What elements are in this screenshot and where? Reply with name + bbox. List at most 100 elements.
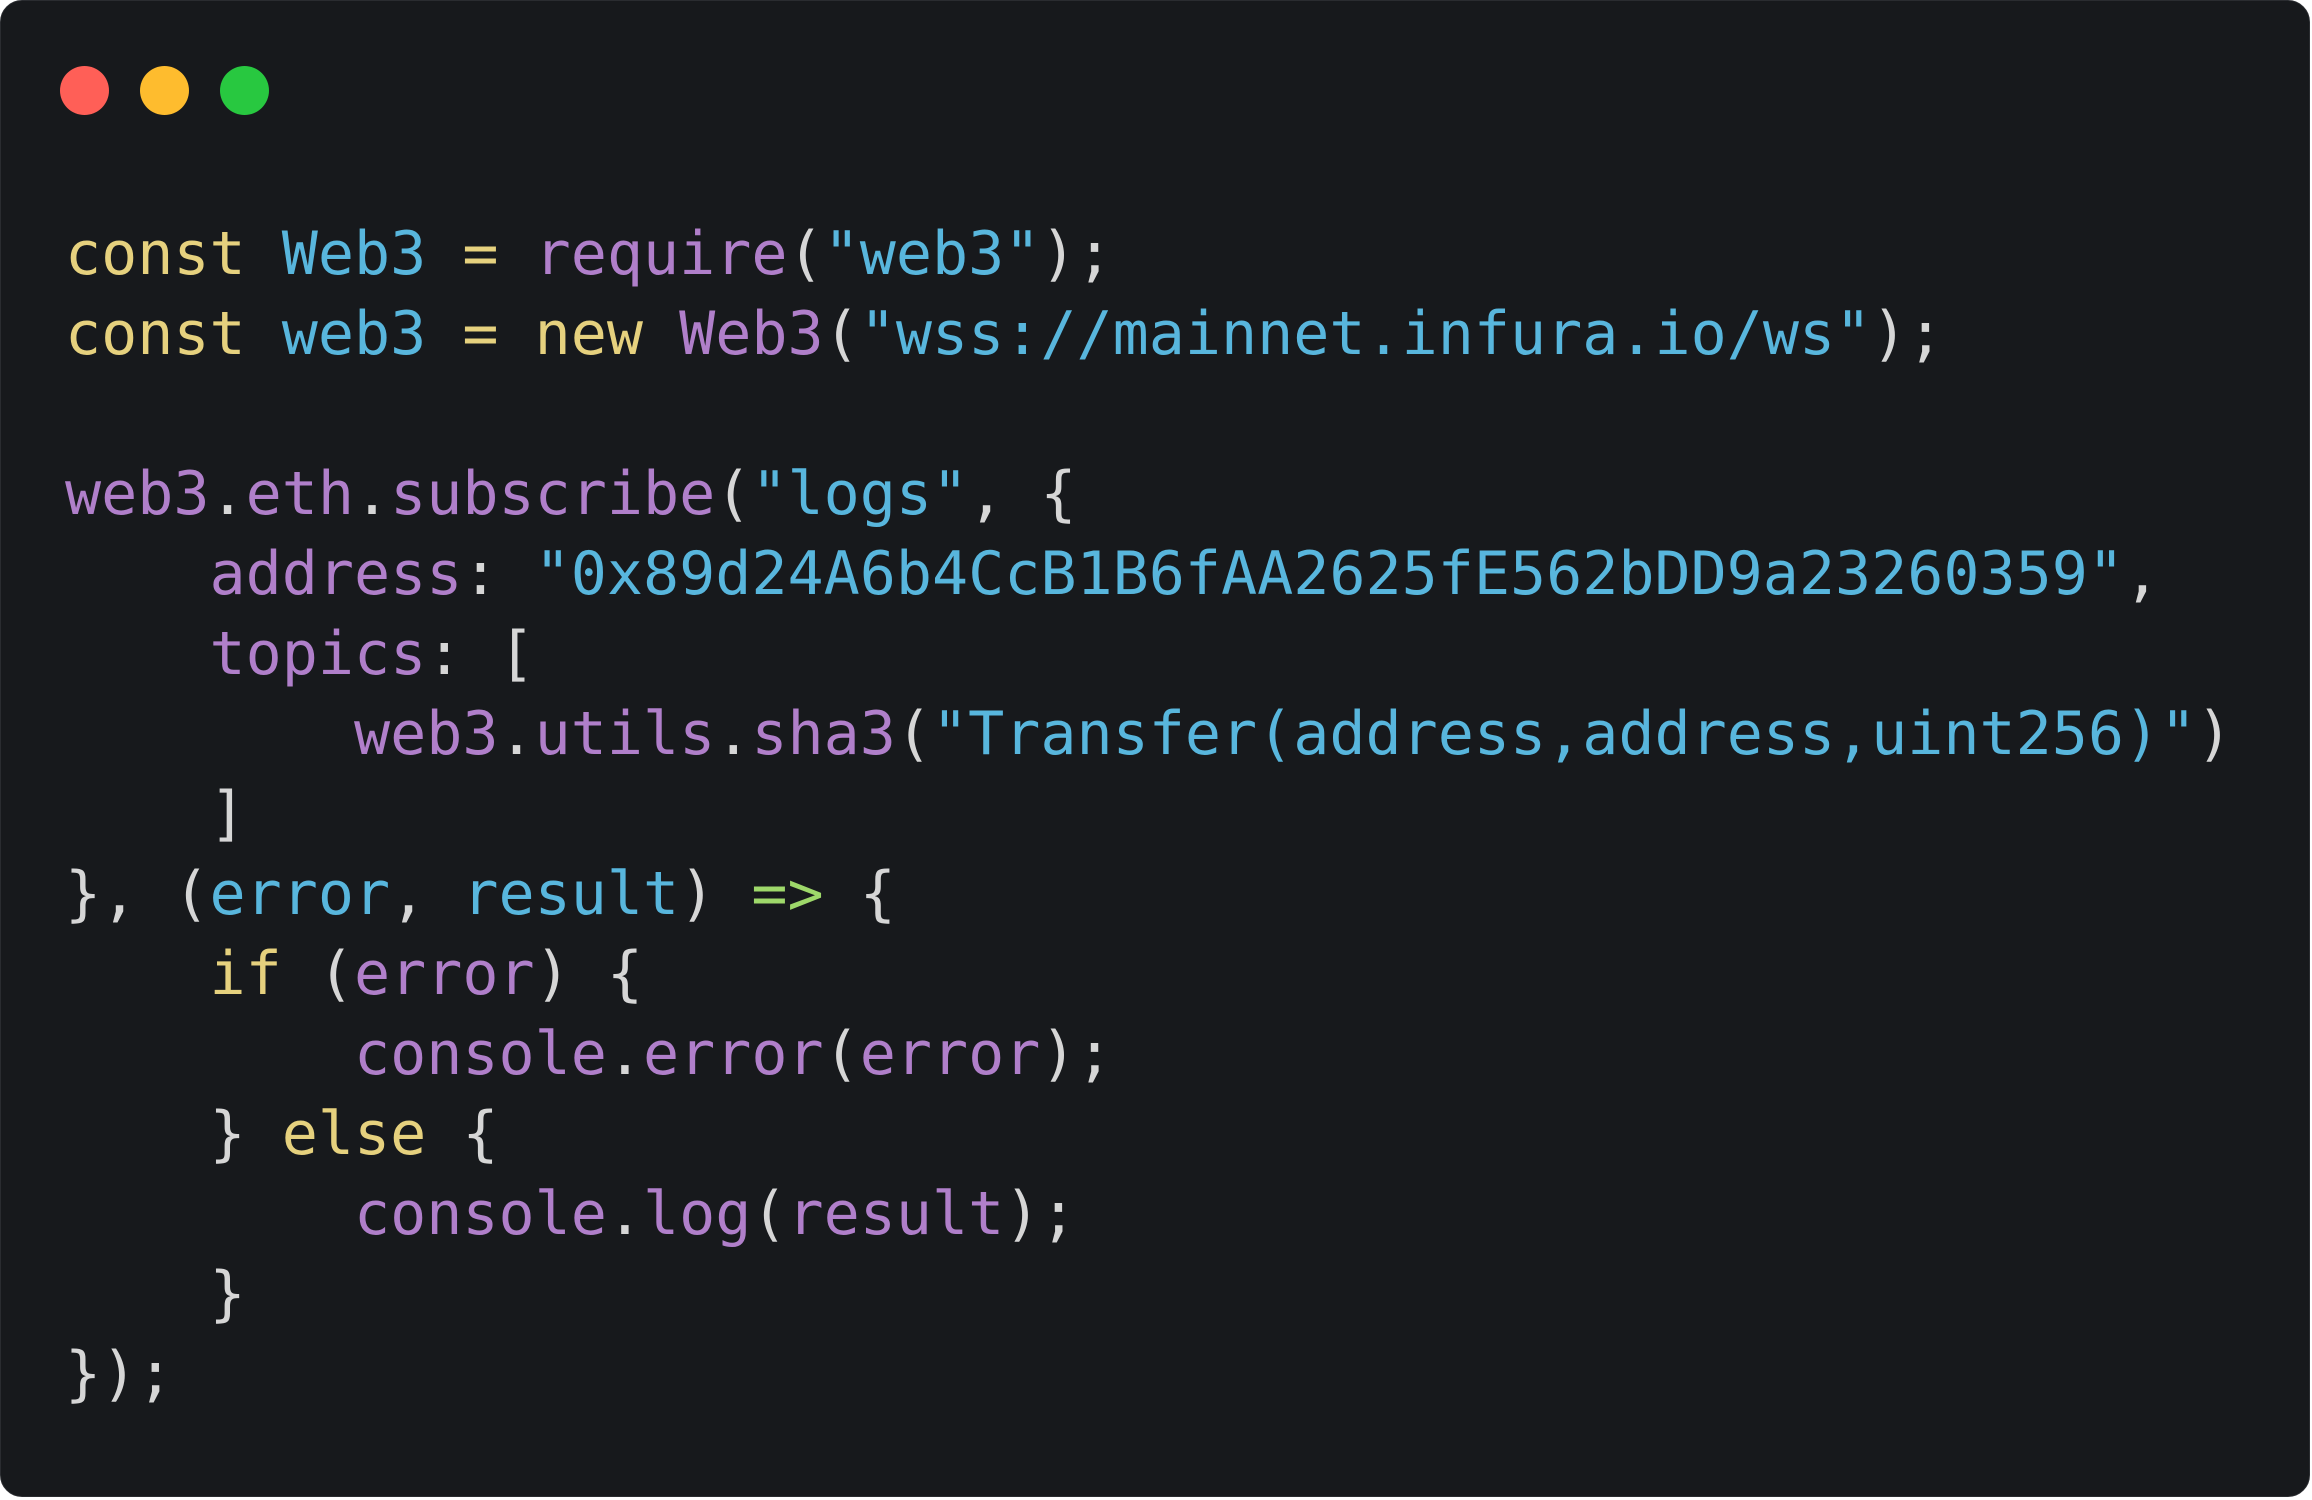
code-line: }: [65, 1254, 2232, 1334]
code-token-punct: );: [1871, 299, 1944, 369]
code-token-function: web3: [65, 459, 210, 529]
code-token-punct: [499, 219, 535, 289]
code-token-arrow: =>: [751, 859, 824, 929]
code-token-function: error: [354, 939, 535, 1009]
code-token-punct: : [: [426, 619, 535, 689]
code-line: web3.eth.subscribe("logs", {: [65, 454, 2232, 534]
code-token-variable: Web3: [281, 219, 427, 289]
code-line: topics: [: [65, 614, 2232, 694]
code-token-punct: (: [751, 1179, 788, 1249]
code-token-punct: ) {: [534, 939, 643, 1009]
code-line: ]: [65, 774, 2232, 854]
code-token-punct: [643, 299, 679, 369]
code-token-punct: , {: [968, 459, 1077, 529]
code-token-punct: [65, 539, 210, 609]
code-line: address: "0x89d24A6b4CcB1B6fAA2625fE562b…: [65, 534, 2232, 614]
code-token-punct: );: [1004, 1179, 1077, 1249]
code-token-punct: [246, 299, 282, 369]
window-controls: [60, 66, 269, 115]
code-token-function: eth: [245, 459, 354, 529]
code-token-punct: [426, 299, 462, 369]
code-token-punct: [65, 699, 354, 769]
code-token-operator: =: [462, 299, 499, 369]
code-token-punct: (: [823, 1019, 860, 1089]
code-token-variable: error: [209, 859, 391, 929]
code-token-punct: (: [787, 219, 824, 289]
code-token-punct: .: [498, 699, 535, 769]
code-token-punct: {: [823, 859, 896, 929]
code-token-punct: [65, 619, 210, 689]
code-token-string: "Transfer(address,address,uint256)": [931, 699, 2197, 769]
code-token-function: topics: [209, 619, 427, 689]
code-line: }, (error, result) => {: [65, 854, 2232, 934]
code-token-variable: web3: [281, 299, 427, 369]
code-token-punct: [65, 939, 210, 1009]
code-token-function: utils: [534, 699, 716, 769]
code-token-punct: [65, 1019, 354, 1089]
close-button[interactable]: [60, 66, 109, 115]
code-token-function: web3: [353, 699, 499, 769]
code-token-punct: );: [1040, 1019, 1113, 1089]
code-line: if (error) {: [65, 934, 2232, 1014]
code-token-function: result: [787, 1179, 1005, 1249]
code-token-punct: ): [2196, 699, 2233, 769]
code-token-function: error: [859, 1019, 1041, 1089]
code-token-punct: .: [209, 459, 246, 529]
code-token-function: error: [642, 1019, 824, 1089]
code-line: const Web3 = require("web3");: [65, 214, 2232, 294]
code-token-punct: .: [606, 1019, 643, 1089]
code-token-function: sha3: [751, 699, 896, 769]
zoom-button[interactable]: [220, 66, 269, 115]
code-token-variable: result: [462, 859, 680, 929]
code-token-punct: }, (: [65, 859, 210, 929]
code-token-punct: .: [606, 1179, 643, 1249]
code-line: web3.utils.sha3("Transfer(address,addres…: [65, 694, 2232, 774]
code-token-punct: (: [823, 299, 860, 369]
code-line: } else {: [65, 1094, 2232, 1174]
code-token-punct: }: [65, 1099, 282, 1169]
code-token-punct: .: [715, 699, 752, 769]
code-token-function: subscribe: [390, 459, 716, 529]
code-line: console.log(result);: [65, 1174, 2232, 1254]
code-token-punct: {: [426, 1099, 499, 1169]
code-token-punct: ,: [390, 859, 463, 929]
code-token-punct: ): [679, 859, 752, 929]
code-token-punct: .: [354, 459, 391, 529]
code-token-keyword: const: [65, 219, 246, 289]
code-token-punct: ,: [2124, 539, 2161, 609]
code-line: const web3 = new Web3("wss://mainnet.inf…: [65, 294, 2232, 374]
code-token-punct: );: [1040, 219, 1113, 289]
code-token-punct: (: [281, 939, 354, 1009]
code-token-function: log: [642, 1179, 752, 1249]
code-token-punct: [246, 219, 282, 289]
code-token-keyword: new: [534, 299, 643, 369]
code-window: const Web3 = require("web3"); const web3 …: [0, 0, 2310, 1497]
code-token-punct: [499, 299, 535, 369]
code-token-function: Web3: [679, 299, 824, 369]
code-token-function: address: [209, 539, 463, 609]
code-token-punct: :: [462, 539, 535, 609]
code-token-string: "web3": [823, 219, 1041, 289]
code-token-punct: }: [65, 1259, 246, 1329]
code-token-punct: ]: [65, 779, 246, 849]
code-token-operator: =: [462, 219, 499, 289]
code-block: const Web3 = require("web3"); const web3 …: [65, 214, 2232, 1414]
code-line: console.error(error);: [65, 1014, 2232, 1094]
code-token-string: "logs": [751, 459, 969, 529]
minimize-button[interactable]: [140, 66, 189, 115]
code-line: });: [65, 1334, 2232, 1414]
code-token-punct: (: [895, 699, 932, 769]
code-token-function: console: [353, 1179, 607, 1249]
code-token-string: "wss://mainnet.infura.io/ws": [859, 299, 1872, 369]
code-token-function: require: [534, 219, 788, 289]
code-token-keyword: if: [209, 939, 282, 1009]
code-token-punct: (: [715, 459, 752, 529]
code-token-keyword: else: [281, 1099, 427, 1169]
code-token-string: "0x89d24A6b4CcB1B6fAA2625fE562bDD9a23260…: [534, 539, 2125, 609]
code-token-punct: });: [65, 1339, 174, 1409]
code-token-punct: [65, 1179, 354, 1249]
code-token-function: console: [353, 1019, 607, 1089]
code-token-punct: [426, 219, 462, 289]
code-token-keyword: const: [65, 299, 246, 369]
